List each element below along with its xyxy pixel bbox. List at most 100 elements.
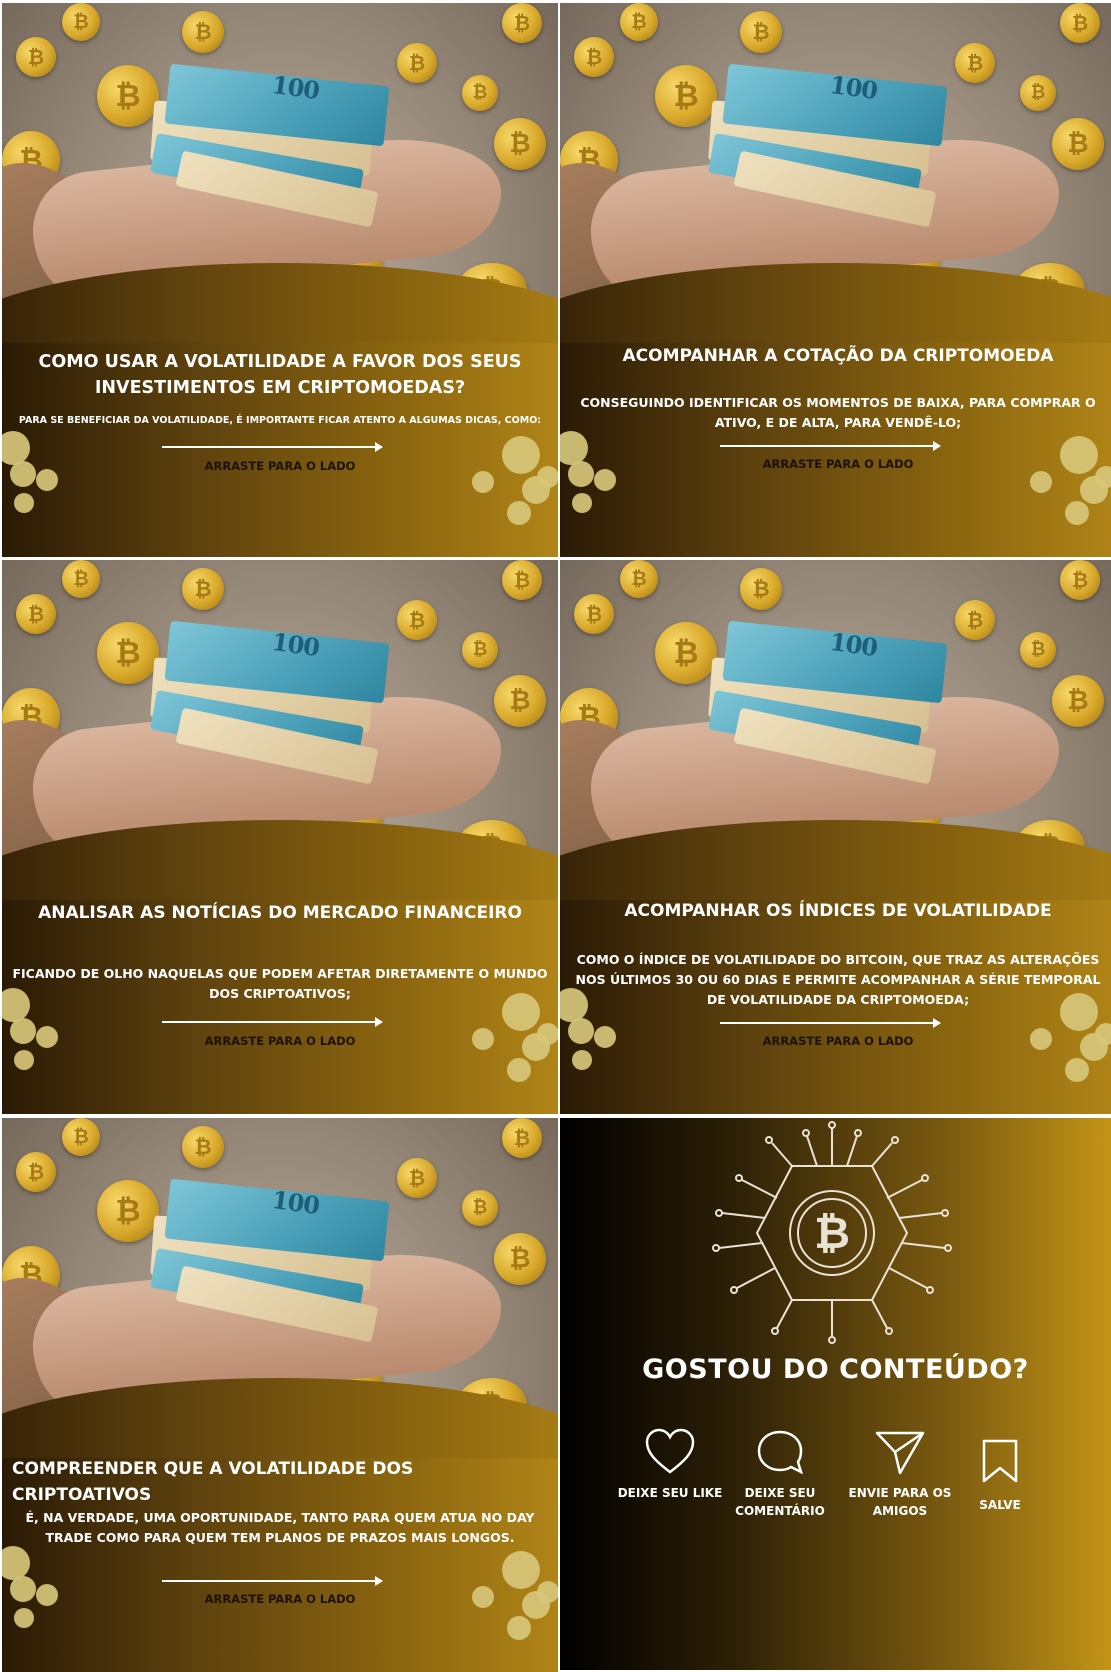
- save-label: SALVE: [979, 1498, 1021, 1512]
- bitcoin-coin: ₿: [97, 65, 159, 127]
- bitcoin-coin: ₿: [97, 1180, 159, 1242]
- bitcoin-coin: ₿: [1020, 632, 1056, 668]
- bitcoin-coin: ₿: [1060, 3, 1100, 43]
- decor-blob: [537, 1023, 558, 1045]
- send-icon: [875, 1431, 925, 1475]
- decor-blob: [10, 1576, 36, 1602]
- decor-blob: [14, 1608, 34, 1628]
- decor-blob: [502, 1551, 540, 1589]
- bitcoin-coin: ₿: [62, 560, 100, 598]
- decor-blob: [502, 436, 540, 474]
- decor-blob: [572, 1050, 592, 1070]
- decor-blob: [472, 471, 494, 493]
- decor-blob: [594, 469, 616, 491]
- swipe-arrow: [720, 1018, 941, 1028]
- swipe-arrow: [162, 1017, 383, 1027]
- decor-blob: [507, 1616, 531, 1640]
- decor-blob: [502, 993, 540, 1031]
- save-action[interactable]: SALVE: [940, 1438, 1060, 1514]
- swipe-arrow: [162, 1576, 383, 1586]
- decor-blob: [14, 493, 34, 513]
- text-band: COMO USAR A VOLATILIDADE A FAVOR DOS SEU…: [2, 263, 558, 557]
- decor-blob: [36, 469, 58, 491]
- comment-label: DEIXE SEU COMENTÁRIO: [735, 1486, 825, 1518]
- decor-blob: [1060, 993, 1098, 1031]
- decor-blob: [36, 1584, 58, 1606]
- comment-icon: [757, 1430, 804, 1475]
- slide-4: ₿ ₿ ₿ ₿ ₿ ₿ ₿ ₿ ₿ ₿ ₿ ₿ ₿ ₿ 100 ACOMPANH…: [560, 560, 1111, 1114]
- swipe-arrow: [720, 441, 941, 451]
- like-label: DEIXE SEU LIKE: [617, 1486, 723, 1500]
- like-action[interactable]: DEIXE SEU LIKE: [610, 1428, 730, 1502]
- slide-title: ACOMPANHAR OS ÍNDICES DE VOLATILIDADE: [624, 901, 1052, 921]
- bitcoin-coin: ₿: [502, 3, 542, 43]
- bitcoin-coin: ₿: [494, 1233, 546, 1285]
- bitcoin-coin: ₿: [1052, 118, 1104, 170]
- slide-description: COMO O ÍNDICE DE VOLATILIDADE DO BITCOIN…: [575, 952, 1101, 1007]
- bitcoin-coin: ₿: [462, 1190, 498, 1226]
- bitcoin-coin: ₿: [494, 675, 546, 727]
- bitcoin-coin: ₿: [182, 1126, 224, 1168]
- final-title: GOSTOU DO CONTEÚDO?: [642, 1354, 1029, 1385]
- bitcoin-coin: ₿: [574, 37, 614, 77]
- decor-blob: [537, 1581, 558, 1603]
- decor-blob: [560, 988, 588, 1022]
- bitcoin-coin: ₿: [462, 75, 498, 111]
- decor-blob: [2, 1546, 30, 1580]
- decor-blob: [1095, 1023, 1111, 1045]
- swipe-hint: ARRASTE PARA O LADO: [204, 459, 356, 473]
- bitcoin-coin: ₿: [1052, 675, 1104, 727]
- bitcoin-coin: ₿: [955, 600, 995, 640]
- bitcoin-coin: ₿: [16, 594, 56, 634]
- text-band: ACOMPANHAR A COTAÇÃO DA CRIPTOMOEDA CONS…: [560, 263, 1111, 557]
- text-band: COMPREENDER QUE A VOLATILIDADE DOS CRIPT…: [2, 1378, 558, 1672]
- bitcoin-coin: ₿: [62, 1118, 100, 1156]
- bitcoin-coin: ₿: [740, 11, 782, 53]
- slide-title: COMPREENDER QUE A VOLATILIDADE DOS CRIPT…: [12, 1459, 414, 1505]
- svg-text:₿: ₿: [814, 1208, 850, 1259]
- slide-title: ACOMPANHAR A COTAÇÃO DA CRIPTOMOEDA: [622, 346, 1054, 366]
- swipe-hint: ARRASTE PARA O LADO: [762, 1034, 914, 1048]
- decor-blob: [1030, 1028, 1052, 1050]
- slide-final: ₿ GOSTOU DO CONTEÚDO? DEIXE SEU LIKE DEI…: [560, 1118, 1111, 1670]
- decor-blob: [1065, 1058, 1089, 1082]
- comment-action[interactable]: DEIXE SEU COMENTÁRIO: [720, 1428, 840, 1520]
- decor-blob: [1065, 501, 1089, 525]
- bitcoin-coin: ₿: [620, 560, 658, 598]
- bitcoin-coin: ₿: [1060, 560, 1100, 600]
- bitcoin-coin: ₿: [955, 43, 995, 83]
- bookmark-icon: [982, 1439, 1018, 1483]
- decor-blob: [14, 1050, 34, 1070]
- decor-blob: [507, 501, 531, 525]
- slide-title: COMO USAR A VOLATILIDADE A FAVOR DOS SEU…: [38, 352, 522, 398]
- bitcoin-coin: ₿: [397, 600, 437, 640]
- slide-3: ₿ ₿ ₿ ₿ ₿ ₿ ₿ ₿ ₿ ₿ ₿ ₿ ₿ ₿ 100 ANALISAR…: [2, 560, 558, 1114]
- bitcoin-coin: ₿: [182, 568, 224, 610]
- swipe-arrow: [162, 442, 383, 452]
- text-band: ACOMPANHAR OS ÍNDICES DE VOLATILIDADE CO…: [560, 820, 1111, 1114]
- bitcoin-circuit-icon: ₿: [712, 1121, 952, 1344]
- heart-icon: [645, 1428, 695, 1474]
- slide-description: FICANDO DE OLHO NAQUELAS QUE PODEM AFETA…: [12, 966, 548, 1001]
- bitcoin-coin: ₿: [1020, 75, 1056, 111]
- slide-5: ₿ ₿ ₿ ₿ ₿ ₿ ₿ ₿ ₿ ₿ ₿ ₿ ₿ ₿ 100 COMPREEN…: [2, 1118, 558, 1672]
- decor-blob: [537, 466, 558, 488]
- text-band: ANALISAR AS NOTÍCIAS DO MERCADO FINANCEI…: [2, 820, 558, 1114]
- bitcoin-coin: ₿: [655, 65, 717, 127]
- carousel-grid: ₿ ₿ ₿ ₿ ₿ ₿ ₿ ₿ ₿ ₿ ₿ ₿ ₿ ₿ 100 COMO USA…: [0, 0, 1111, 1672]
- decor-blob: [2, 988, 30, 1022]
- slide-description: CONSEGUINDO IDENTIFICAR OS MOMENTOS DE B…: [580, 395, 1096, 430]
- bitcoin-coin: ₿: [620, 3, 658, 41]
- decor-blob: [1060, 436, 1098, 474]
- bitcoin-coin: ₿: [397, 43, 437, 83]
- slide-description: É, NA VERDADE, UMA OPORTUNIDADE, TANTO P…: [25, 1510, 535, 1545]
- decor-blob: [507, 1058, 531, 1082]
- decor-blob: [1095, 466, 1111, 488]
- decor-blob: [10, 1018, 36, 1044]
- slide-2: ₿ ₿ ₿ ₿ ₿ ₿ ₿ ₿ ₿ ₿ ₿ ₿ ₿ ₿ 100 ACOMPANH…: [560, 3, 1111, 557]
- decor-blob: [568, 1018, 594, 1044]
- bitcoin-coin: ₿: [397, 1158, 437, 1198]
- bitcoin-coin: ₿: [97, 622, 159, 684]
- slide-title: ANALISAR AS NOTÍCIAS DO MERCADO FINANCEI…: [38, 903, 522, 923]
- bitcoin-coin: ₿: [494, 118, 546, 170]
